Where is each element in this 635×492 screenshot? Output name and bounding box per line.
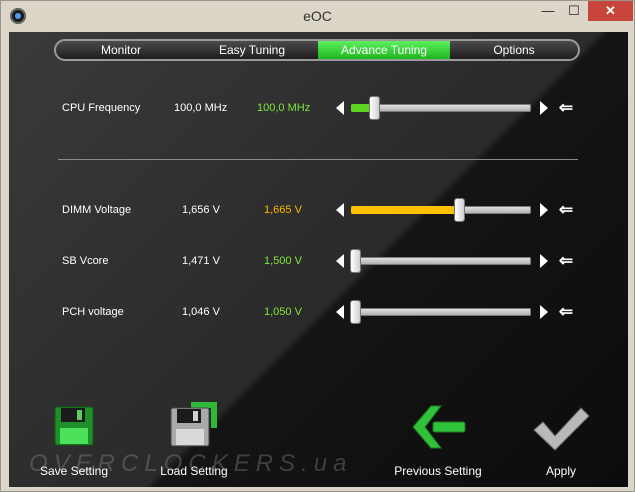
cpu-frequency-slider-knob[interactable]: [370, 97, 379, 119]
dimm-voltage-target: 1,665 V: [264, 204, 302, 216]
pch-voltage-slider[interactable]: [351, 301, 531, 323]
dimm-voltage-label: DIMM Voltage: [62, 204, 132, 216]
dimm-voltage-decrease-icon[interactable]: [336, 203, 344, 217]
load-setting-button[interactable]: [169, 400, 219, 448]
pch-voltage-current: 1,046 V: [182, 306, 220, 318]
apply-label[interactable]: Apply: [531, 464, 591, 478]
pch-voltage-label: PCH voltage: [62, 306, 124, 318]
tab-easy-tuning[interactable]: Easy Tuning: [186, 41, 318, 59]
dimm-voltage-current: 1,656 V: [182, 204, 220, 216]
save-setting-label[interactable]: Save Setting: [34, 464, 114, 478]
reset-arrow-icon[interactable]: ⇐: [555, 201, 577, 219]
sb-vcore-slider-knob[interactable]: [351, 250, 360, 272]
cpu-frequency-label: CPU Frequency: [62, 102, 141, 114]
dimm-voltage-slider-fill: [351, 206, 459, 214]
checkmark-icon: [533, 407, 590, 451]
cpu-frequency-target: 100,0 MHz: [257, 102, 311, 114]
reset-arrow-icon[interactable]: ⇐: [555, 99, 577, 117]
apply-button[interactable]: [531, 404, 591, 452]
sb-vcore-current: 1,471 V: [182, 255, 220, 267]
sb-vcore-label: SB Vcore: [62, 255, 109, 267]
pch-voltage-target: 1,050 V: [264, 306, 302, 318]
title-bar: eOC — ☐ ✕: [1, 1, 634, 31]
cpu-frequency-current: 100,0 MHz: [174, 102, 228, 114]
previous-setting-button[interactable]: [409, 404, 467, 450]
minimize-button[interactable]: —: [535, 1, 561, 21]
cpu-frequency-slider[interactable]: [351, 97, 531, 119]
cpu-frequency-increase-icon[interactable]: [540, 101, 548, 115]
sb-vcore-slider[interactable]: [351, 250, 531, 272]
sb-vcore-decrease-icon[interactable]: [336, 254, 344, 268]
sb-vcore-increase-icon[interactable]: [540, 254, 548, 268]
previous-setting-label[interactable]: Previous Setting: [387, 464, 489, 478]
tab-bar: Monitor Easy Tuning Advance Tuning Optio…: [54, 39, 580, 61]
dimm-voltage-slider[interactable]: [351, 199, 531, 221]
section-divider: [58, 159, 578, 160]
pch-voltage-increase-icon[interactable]: [540, 305, 548, 319]
tab-monitor[interactable]: Monitor: [56, 41, 186, 59]
save-setting-button[interactable]: [54, 406, 94, 446]
dimm-voltage-slider-knob[interactable]: [455, 199, 464, 221]
reset-arrow-icon[interactable]: ⇐: [555, 303, 577, 321]
maximize-button[interactable]: ☐: [561, 1, 587, 21]
pch-voltage-slider-knob[interactable]: [351, 301, 360, 323]
tab-advance-tuning[interactable]: Advance Tuning: [318, 41, 450, 59]
floppy-disk-icon: [54, 406, 94, 446]
reset-arrow-icon[interactable]: ⇐: [555, 252, 577, 270]
floppy-load-icon: [170, 402, 217, 447]
pch-voltage-decrease-icon[interactable]: [336, 305, 344, 319]
tab-options[interactable]: Options: [450, 41, 578, 59]
dimm-voltage-increase-icon[interactable]: [540, 203, 548, 217]
load-setting-label[interactable]: Load Setting: [154, 464, 234, 478]
client-area: Monitor Easy Tuning Advance Tuning Optio…: [9, 32, 628, 487]
back-arrow-icon: [412, 405, 466, 449]
sb-vcore-target: 1,500 V: [264, 255, 302, 267]
cpu-frequency-decrease-icon[interactable]: [336, 101, 344, 115]
app-window: eOC — ☐ ✕ Monitor Easy Tuning Advance Tu…: [0, 0, 635, 492]
close-button[interactable]: ✕: [588, 1, 633, 21]
